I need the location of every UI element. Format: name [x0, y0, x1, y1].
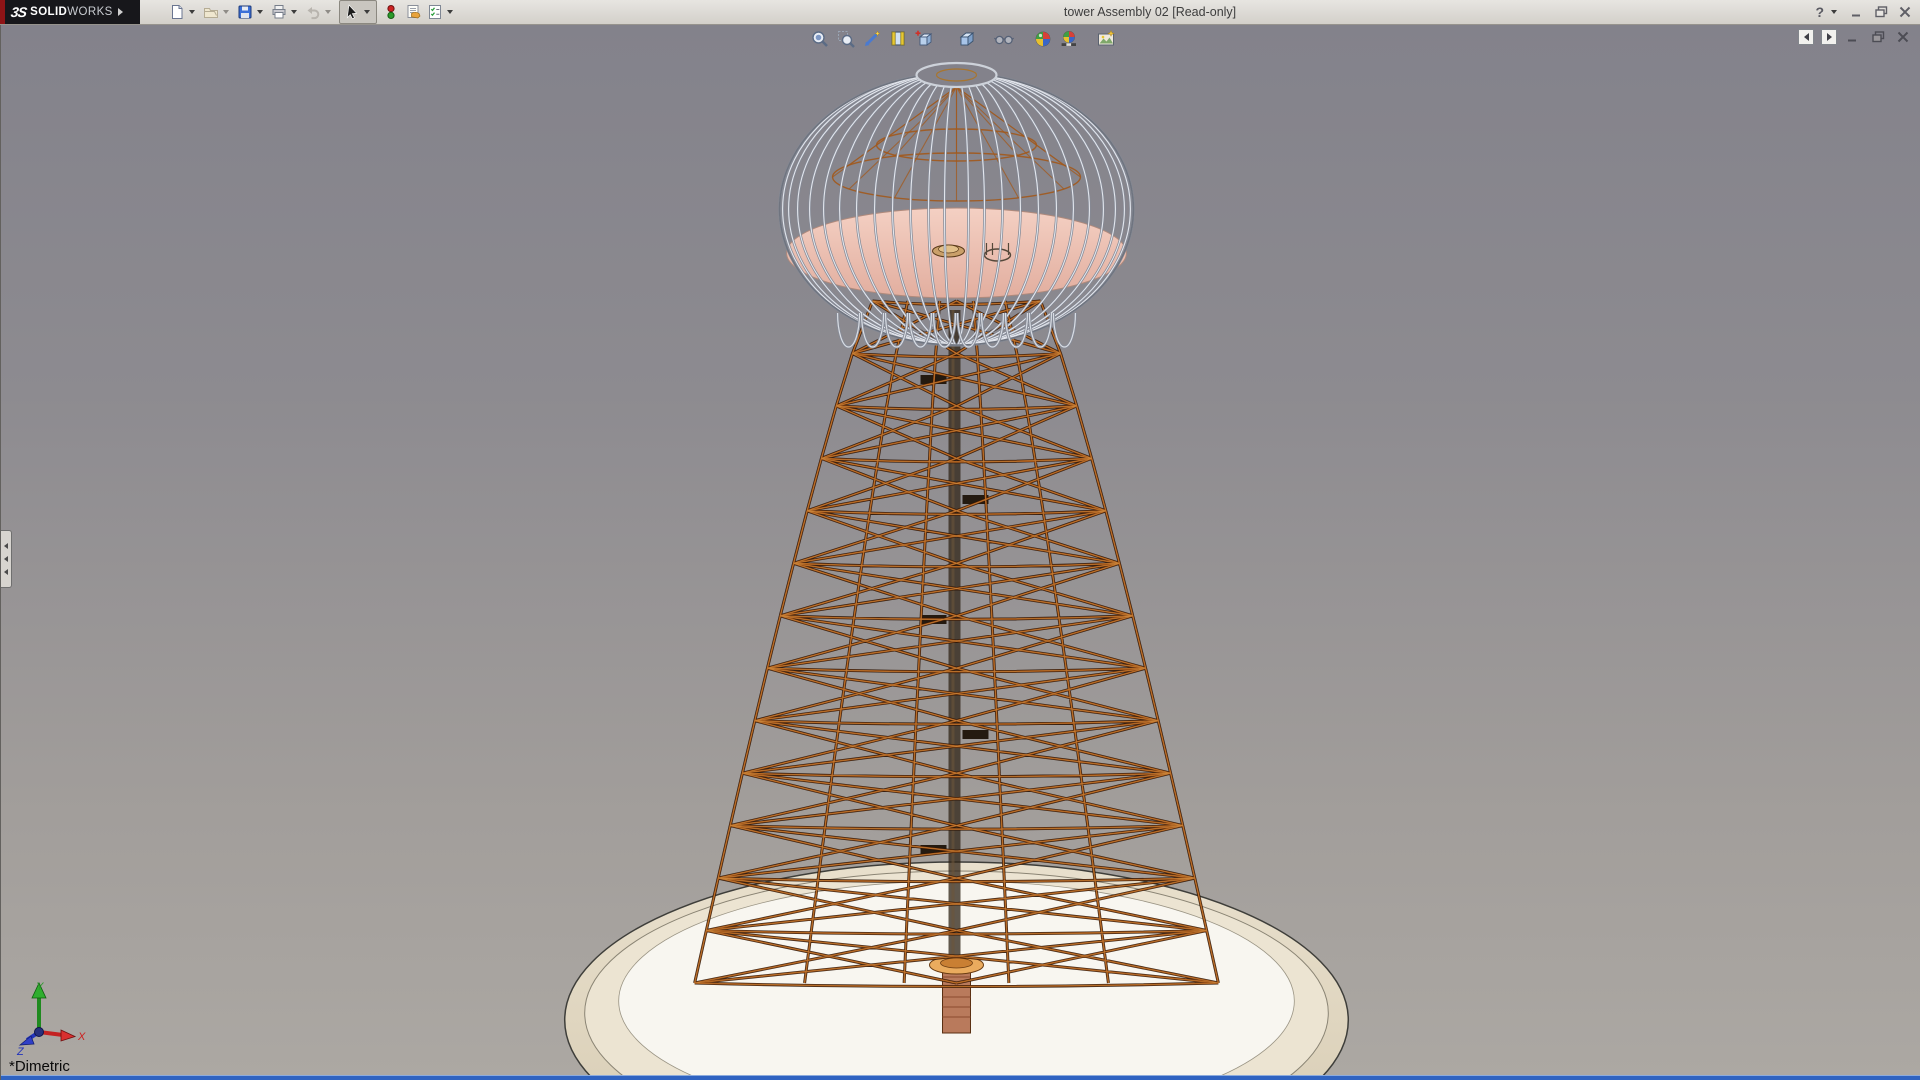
display-style-button[interactable] [955, 28, 979, 50]
options-dropdown[interactable] [447, 10, 453, 14]
app-window-controls: ? [1815, 0, 1914, 24]
view-orientation-button[interactable] [912, 28, 936, 50]
help-dropdown[interactable] [1831, 10, 1837, 14]
save-icon [238, 5, 252, 19]
view-settings-button[interactable] [1094, 28, 1118, 50]
triad-x-arrow [60, 1029, 77, 1042]
triad-y-label: Y [36, 981, 44, 993]
options-button[interactable] [425, 1, 445, 23]
solidworks-window: 3S SOLIDWORKS tower Assembly 02 [Read-on… [0, 0, 1920, 1080]
triad-z-label: Z [16, 1046, 25, 1058]
solidworks-logo[interactable]: 3S SOLIDWORKS [0, 0, 140, 24]
undo-dropdown[interactable] [325, 10, 331, 14]
doc-minimize-button[interactable] [1844, 29, 1862, 45]
doc-close-icon [1897, 31, 1909, 43]
new-document-dropdown[interactable] [189, 10, 195, 14]
apply-scene-button[interactable] [1057, 28, 1081, 50]
zoom-to-fit-button[interactable] [808, 28, 832, 50]
print-dropdown[interactable] [291, 10, 297, 14]
next-window-icon [1826, 33, 1832, 41]
triad-origin [34, 1027, 44, 1037]
wordmark-solid: SOLID [30, 6, 68, 18]
solidworks-wordmark: SOLIDWORKS [30, 6, 113, 18]
quick-access-toolbar [166, 0, 458, 24]
zoom-to-fit-icon [812, 31, 828, 47]
open-icon [204, 8, 218, 18]
next-window-button[interactable] [1821, 29, 1837, 45]
appearance-ball-button[interactable] [1031, 28, 1055, 50]
model-tower-3d-view[interactable] [1, 25, 1920, 1080]
doc-restore-icon [1871, 31, 1884, 43]
document-window-controls [1798, 29, 1912, 45]
zoom-to-area-icon [838, 31, 855, 48]
select-button[interactable] [342, 1, 362, 23]
previous-window-button[interactable] [1798, 29, 1814, 45]
collapse-arrow-icon [4, 543, 8, 549]
display-style-icon [959, 32, 975, 46]
taskbar-edge [1, 1075, 1920, 1080]
previous-window-icon [1803, 33, 1809, 41]
eyeglasses-icon [994, 35, 1014, 45]
triad-z-arrow [18, 1035, 35, 1046]
title-bar: 3S SOLIDWORKS tower Assembly 02 [Read-on… [0, 0, 1920, 25]
doc-minimize-icon [1848, 39, 1856, 42]
minimize-button[interactable] [1848, 4, 1866, 20]
edit-appearance-button[interactable] [403, 1, 423, 23]
triad-x-label: X [77, 1031, 86, 1043]
apply-scene-icon [1061, 31, 1076, 47]
section-view-button[interactable] [886, 28, 910, 50]
new-document-button[interactable] [167, 1, 187, 23]
options-checklist-icon [429, 5, 441, 19]
print-icon [272, 5, 286, 19]
doc-close-button[interactable] [1894, 29, 1912, 45]
close-icon [1899, 6, 1911, 18]
appearance-ball-icon [1035, 31, 1051, 47]
selection-filter-button[interactable] [381, 1, 401, 23]
previous-view-icon [865, 30, 881, 46]
restore-button[interactable] [1872, 4, 1890, 20]
heads-up-view-toolbar [807, 27, 1119, 51]
print-button[interactable] [269, 1, 289, 23]
graphics-area[interactable]: Y X Z *Dimetric [0, 25, 1920, 1080]
open-dropdown[interactable] [223, 10, 229, 14]
new-document-icon [172, 5, 183, 19]
zoom-to-area-button[interactable] [834, 28, 858, 50]
close-button[interactable] [1896, 4, 1914, 20]
doc-restore-button[interactable] [1869, 29, 1887, 45]
logo-red-stripe [0, 0, 5, 24]
collapse-arrow-icon [4, 556, 8, 562]
select-tool-group [339, 0, 377, 24]
help-button[interactable]: ? [1815, 4, 1824, 20]
restore-icon [1874, 6, 1887, 18]
select-cursor-icon [346, 4, 358, 20]
selection-filter-icon [387, 5, 395, 19]
collapse-arrow-icon [4, 569, 8, 575]
solidworks-logo-mark: 3S [9, 4, 28, 20]
section-view-icon [891, 31, 905, 46]
save-dropdown[interactable] [257, 10, 263, 14]
hide-show-items-button[interactable] [992, 28, 1016, 50]
undo-icon [307, 7, 320, 20]
view-orientation-icon [915, 30, 933, 46]
menu-expand-arrow-icon[interactable] [117, 8, 123, 16]
document-title: tower Assembly 02 [Read-only] [1063, 5, 1237, 19]
wordmark-works: WORKS [67, 6, 113, 18]
select-dropdown[interactable] [364, 10, 370, 14]
minimize-icon [1852, 14, 1860, 17]
open-button[interactable] [201, 1, 221, 23]
edit-appearance-icon [407, 5, 421, 19]
previous-view-button[interactable] [860, 28, 884, 50]
view-settings-icon [1098, 29, 1115, 46]
undo-button[interactable] [303, 1, 323, 23]
save-button[interactable] [235, 1, 255, 23]
panel-collapse-tab[interactable] [1, 530, 12, 588]
orientation-triad: Y X Z [16, 981, 86, 1058]
view-orientation-label: *Dimetric [9, 1058, 70, 1075]
